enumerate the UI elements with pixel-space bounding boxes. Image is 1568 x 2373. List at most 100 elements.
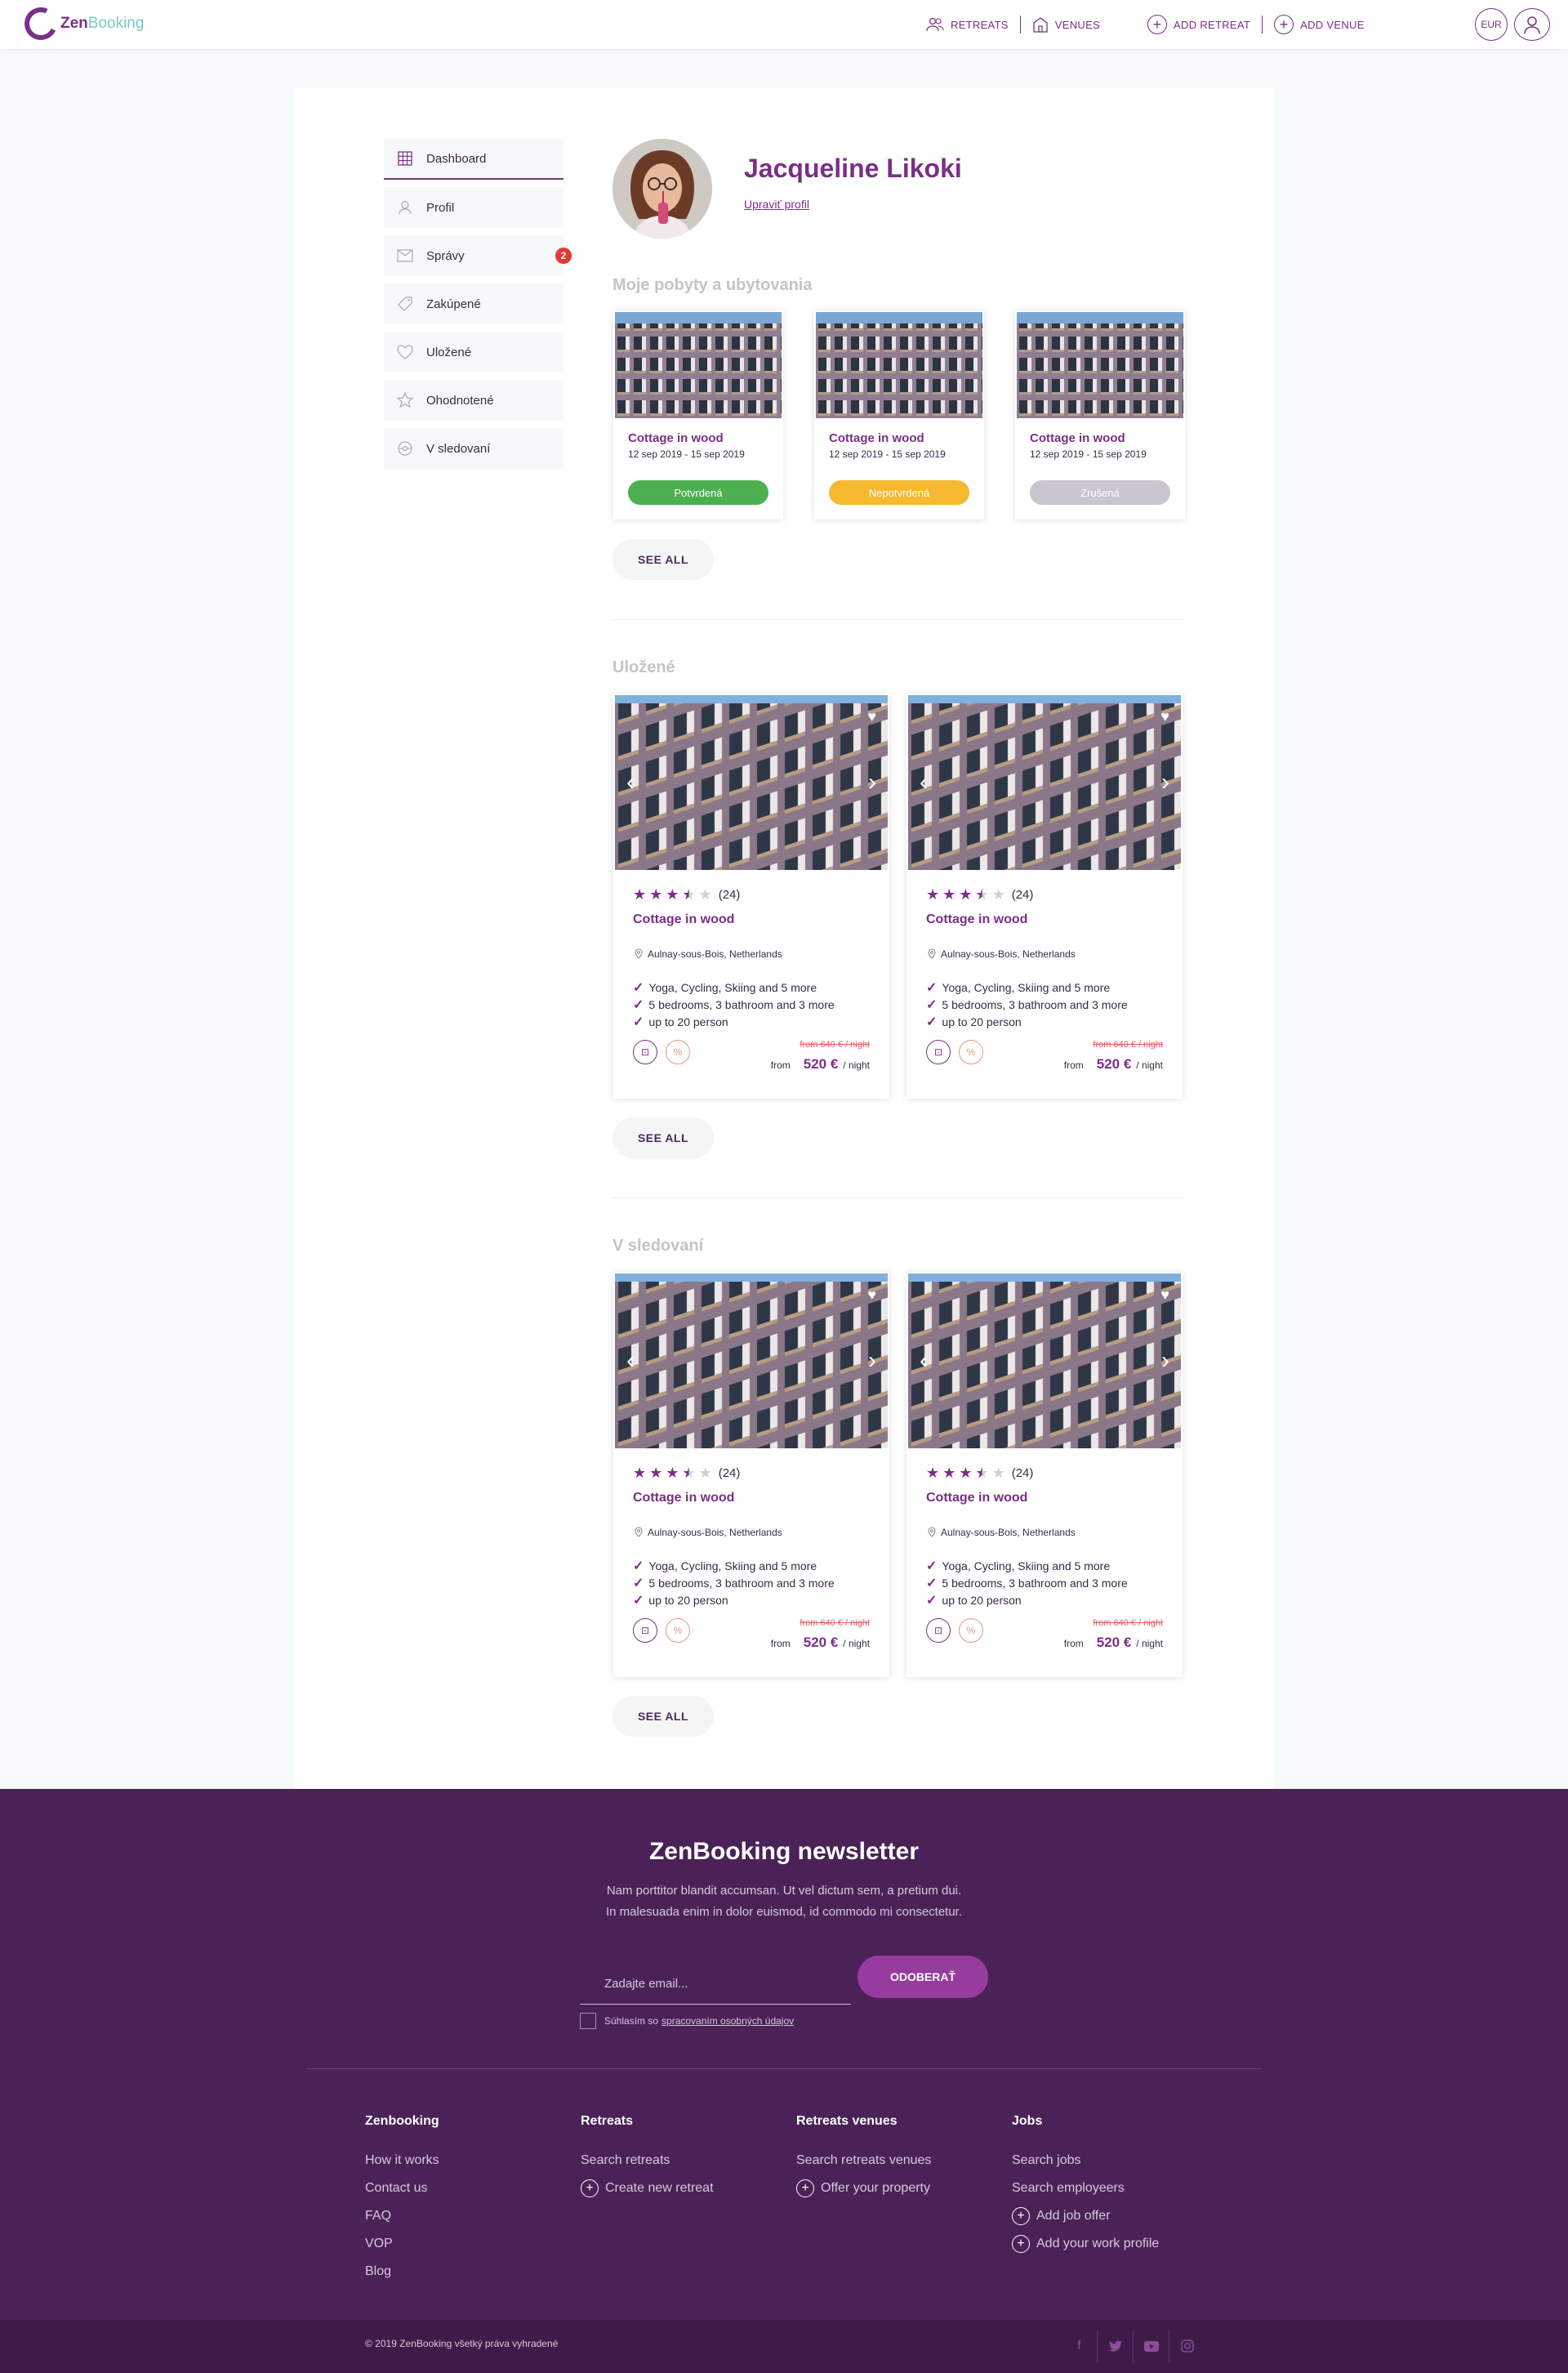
footer-link[interactable]: VOP: [365, 2230, 439, 2258]
listing-title[interactable]: Cottage in wood: [926, 1491, 1027, 1505]
feature-text: 5 bedrooms, 3 bathroom and 3 more: [648, 1577, 835, 1590]
rating: ★ ★ ★ ★ ★ (24): [633, 886, 740, 903]
privacy-policy-link[interactable]: spracovaním osobných údajov: [662, 2015, 794, 2027]
location: Aulnay-sous-Bois, Netherlands: [926, 1527, 1076, 1538]
sidebar-item-ohodnotene[interactable]: Ohodnotené: [384, 380, 564, 421]
section-divider: [612, 619, 1184, 620]
chevron-left-icon[interactable]: ‹: [920, 1349, 928, 1373]
see-all-stays-button[interactable]: SEE ALL: [612, 539, 714, 580]
discount-icon: %: [959, 1040, 983, 1064]
chevron-right-icon[interactable]: ›: [868, 1349, 876, 1373]
listing-card[interactable]: ‹ › ♥ ★ ★ ★ ★ ★ (24) Cottage in wood Aulnay-s…: [906, 1272, 1183, 1677]
sidebar-item-spravy[interactable]: Správy 2: [384, 235, 572, 276]
listing-title[interactable]: Cottage in wood: [633, 912, 734, 927]
price-from: from: [1063, 1059, 1084, 1071]
listing-title[interactable]: Cottage in wood: [633, 1491, 734, 1505]
nav-add-retreat[interactable]: + ADD RETREAT: [1136, 15, 1262, 34]
chevron-left-icon[interactable]: ‹: [626, 1349, 635, 1373]
feature-item: ✓ 5 bedrooms, 3 bathroom and 3 more: [633, 1575, 835, 1591]
stay-card[interactable]: Cottage in wood 12 sep 2019 - 15 sep 201…: [1015, 310, 1185, 520]
feature-text: up to 20 person: [648, 1594, 728, 1607]
star-full-icon: ★: [959, 886, 973, 903]
footer-link-add-job[interactable]: + Add job offer: [1012, 2202, 1159, 2230]
user-account-button[interactable]: [1514, 8, 1550, 41]
listing-title[interactable]: Cottage in wood: [926, 912, 1027, 927]
footer-link[interactable]: Search retreats: [581, 2147, 714, 2175]
heart-icon[interactable]: ♥: [1160, 708, 1169, 725]
stay-card[interactable]: Cottage in wood 12 sep 2019 - 15 sep 201…: [613, 310, 783, 520]
feature-text: Yoga, Cycling, Skiing and 5 more: [942, 1559, 1111, 1572]
sidebar-item-zakupene[interactable]: Zakúpené: [384, 283, 564, 324]
listing-card[interactable]: ‹ › ♥ ★ ★ ★ ★ ★ (24) Cottage in wood Aulnay-s…: [906, 694, 1183, 1099]
star-full-icon: ★: [926, 1465, 940, 1481]
footer-link-offer-property[interactable]: + Offer your property: [796, 2175, 931, 2202]
eye-icon: [397, 440, 413, 457]
footer-link[interactable]: Search employeers: [1012, 2175, 1159, 2202]
heart-icon[interactable]: ♥: [1160, 1287, 1169, 1304]
footer-link-add-profile[interactable]: + Add your work profile: [1012, 2230, 1159, 2258]
footer-link[interactable]: FAQ: [365, 2202, 439, 2230]
currency-button[interactable]: EUR: [1475, 8, 1508, 41]
profile-name: Jacqueline Likoki: [744, 154, 962, 183]
star-half-icon: ★: [975, 1465, 989, 1481]
edit-profile-link[interactable]: Upraviť profil: [744, 198, 809, 211]
sidebar-item-label: Správy: [426, 248, 465, 263]
price-unit: / night: [843, 1059, 870, 1071]
sidebar-item-ulozene[interactable]: Uložené: [384, 332, 564, 372]
footer-link[interactable]: Blog: [365, 2258, 439, 2286]
subscribe-button[interactable]: ODOBERAŤ: [858, 1956, 988, 1998]
youtube-icon[interactable]: [1134, 2330, 1169, 2362]
footer-column-title: Retreats venues: [796, 2114, 898, 2128]
instagram-icon[interactable]: [1169, 2330, 1205, 2362]
user-icon: [1524, 16, 1540, 34]
check-icon: ✓: [926, 1015, 938, 1029]
chevron-right-icon[interactable]: ›: [868, 770, 876, 795]
check-icon: ✓: [926, 981, 938, 995]
sidebar-item-v-sledovani[interactable]: V sledovaní: [384, 428, 564, 469]
check-icon: ✓: [633, 998, 644, 1012]
check-icon: ✓: [926, 1559, 938, 1573]
star-full-icon: ★: [666, 1465, 679, 1481]
old-price: from 640 € / night: [800, 1618, 870, 1628]
footer-link[interactable]: Search jobs: [1012, 2147, 1159, 2175]
chevron-left-icon[interactable]: ‹: [920, 770, 928, 795]
footer-link[interactable]: How it works: [365, 2147, 439, 2175]
feature-item: ✓ 5 bedrooms, 3 bathroom and 3 more: [926, 997, 1128, 1013]
sidebar-item-label: V sledovaní: [426, 441, 491, 456]
nav-venues[interactable]: VENUES: [1021, 16, 1111, 33]
listing-card[interactable]: ‹ › ♥ ★ ★ ★ ★ ★ (24) Cottage in wood Aulnay-s…: [613, 1272, 889, 1677]
listing-badges: ⊡ %: [633, 1040, 690, 1064]
status-badge-confirmed: Potvrdená: [628, 480, 768, 505]
twitter-icon[interactable]: [1098, 2330, 1134, 2362]
chevron-right-icon[interactable]: ›: [1161, 770, 1169, 795]
location-text: Aulnay-sous-Bois, Netherlands: [941, 948, 1076, 960]
facebook-icon[interactable]: f: [1062, 2330, 1098, 2362]
see-all-saved-button[interactable]: SEE ALL: [612, 1117, 714, 1158]
footer-link-create-retreat[interactable]: + Create new retreat: [581, 2175, 714, 2202]
sidebar-item-profil[interactable]: Profil: [384, 187, 564, 228]
heart-icon[interactable]: ♥: [867, 1287, 876, 1304]
chevron-right-icon[interactable]: ›: [1161, 1349, 1169, 1373]
heart-icon[interactable]: ♥: [867, 708, 876, 725]
sidebar-item-dashboard[interactable]: Dashboard: [384, 139, 564, 180]
see-all-following-button[interactable]: SEE ALL: [612, 1696, 714, 1737]
price-unit: / night: [1136, 1059, 1163, 1071]
feature-text: up to 20 person: [942, 1594, 1022, 1607]
consent-checkbox[interactable]: [580, 2013, 596, 2029]
newsletter-email-input[interactable]: Zadajte email...: [580, 1964, 851, 2005]
top-header: ZenBooking RETREATS VENUES + ADD RETREAT…: [0, 0, 1568, 49]
price-amount: 520 €: [803, 1056, 839, 1072]
nav-retreats[interactable]: RETREATS: [915, 17, 1020, 32]
gift-icon: ⊡: [926, 1618, 951, 1643]
footer-link[interactable]: Search retreats venues: [796, 2147, 931, 2175]
footer-link[interactable]: Contact us: [365, 2175, 439, 2202]
stay-card[interactable]: Cottage in wood 12 sep 2019 - 15 sep 201…: [814, 310, 984, 520]
star-full-icon: ★: [942, 1465, 956, 1481]
footer-divider: [306, 2068, 1262, 2069]
nav-add-venue[interactable]: + ADD VENUE: [1263, 15, 1376, 34]
chevron-left-icon[interactable]: ‹: [626, 770, 635, 795]
logo[interactable]: ZenBooking: [20, 2, 144, 45]
listing-card[interactable]: ‹ › ♥ ★ ★ ★ ★ ★ (24) Cottage in wood Aulnay-s…: [613, 694, 889, 1099]
stay-card-dates: 12 sep 2019 - 15 sep 2019: [1030, 448, 1147, 460]
unread-count-badge: 2: [555, 248, 572, 264]
